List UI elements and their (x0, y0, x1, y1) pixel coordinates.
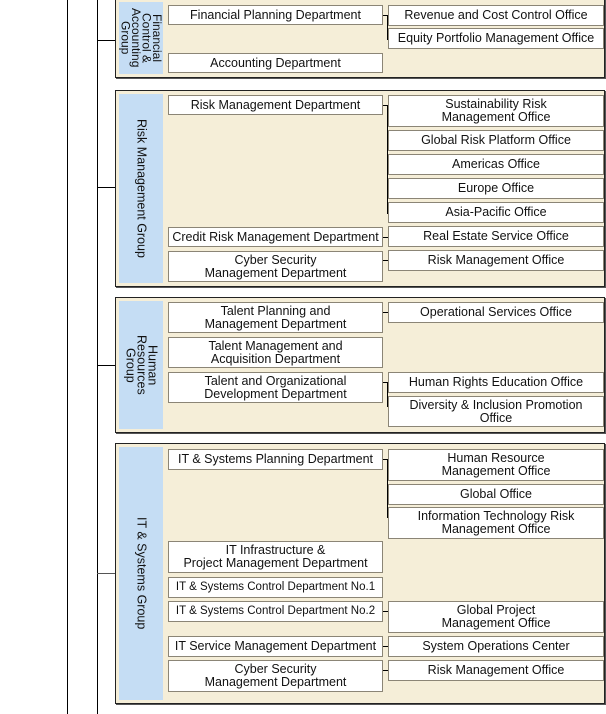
group-label: Risk Management Group (119, 94, 163, 283)
office-box[interactable]: Operational Services Office (388, 302, 604, 323)
group-label-text: Risk Management Group (134, 119, 149, 258)
department-box[interactable]: IT Infrastructure & Project Management D… (168, 541, 383, 573)
group-risk-management: Risk Management Group Risk Management De… (115, 90, 605, 287)
department-box[interactable]: Accounting Department (168, 53, 383, 73)
office-box[interactable]: Equity Portfolio Management Office (388, 28, 604, 49)
group-connector (97, 187, 115, 188)
office-box[interactable]: Global Project Management Office (388, 601, 604, 633)
office-box[interactable]: Information Technology Risk Management O… (388, 507, 604, 539)
department-box[interactable]: Talent Management and Acquisition Depart… (168, 337, 383, 368)
office-box[interactable]: System Operations Center (388, 636, 604, 657)
office-box[interactable]: Revenue and Cost Control Office (388, 5, 604, 26)
office-box[interactable]: Asia-Pacific Office (388, 202, 604, 223)
group-financial-control-accounting: Financial Control & Accounting Group Fin… (115, 0, 605, 78)
group-connector (97, 573, 115, 574)
department-box[interactable]: IT & Systems Control Department No.1 (168, 577, 383, 598)
office-box[interactable]: Global Office (388, 484, 604, 505)
trunk-line-outer (67, 0, 68, 714)
group-connector (97, 40, 115, 41)
office-box[interactable]: Risk Management Office (388, 660, 604, 681)
department-box[interactable]: Financial Planning Department (168, 5, 383, 25)
office-box[interactable]: Real Estate Service Office (388, 226, 604, 247)
office-box[interactable]: Americas Office (388, 154, 604, 175)
group-label-text: IT & Systems Group (134, 517, 149, 630)
department-box[interactable]: Talent Planning and Management Departmen… (168, 302, 383, 333)
department-box[interactable]: Risk Management Department (168, 95, 383, 115)
group-label-text: Human Resources Group (123, 335, 160, 395)
group-it-systems: IT & Systems Group IT & Systems Planning… (115, 443, 605, 704)
office-box[interactable]: Sustainability Risk Management Office (388, 95, 604, 127)
department-box[interactable]: Credit Risk Management Department (168, 227, 383, 247)
group-label: IT & Systems Group (119, 447, 163, 700)
group-label-text: Financial Control & Accounting Group (118, 8, 165, 68)
department-box[interactable]: Talent and Organizational Development De… (168, 372, 383, 403)
group-label: Human Resources Group (119, 301, 163, 429)
trunk-line-inner (97, 0, 98, 714)
office-box[interactable]: Human Resource Management Office (388, 449, 604, 481)
department-box[interactable]: IT Service Management Department (168, 636, 383, 657)
office-box[interactable]: Diversity & Inclusion Promotion Office (388, 396, 604, 427)
group-connector (97, 365, 115, 366)
department-box[interactable]: Cyber Security Management Department (168, 251, 383, 282)
group-human-resources: Human Resources Group Talent Planning an… (115, 297, 605, 433)
office-box[interactable]: Europe Office (388, 178, 604, 199)
department-box[interactable]: IT & Systems Planning Department (168, 449, 383, 470)
office-box[interactable]: Human Rights Education Office (388, 372, 604, 393)
group-label: Financial Control & Accounting Group (118, 2, 165, 74)
office-box[interactable]: Risk Management Office (388, 250, 604, 271)
office-box[interactable]: Global Risk Platform Office (388, 130, 604, 151)
department-box[interactable]: Cyber Security Management Department (168, 660, 383, 692)
department-box[interactable]: IT & Systems Control Department No.2 (168, 601, 383, 622)
